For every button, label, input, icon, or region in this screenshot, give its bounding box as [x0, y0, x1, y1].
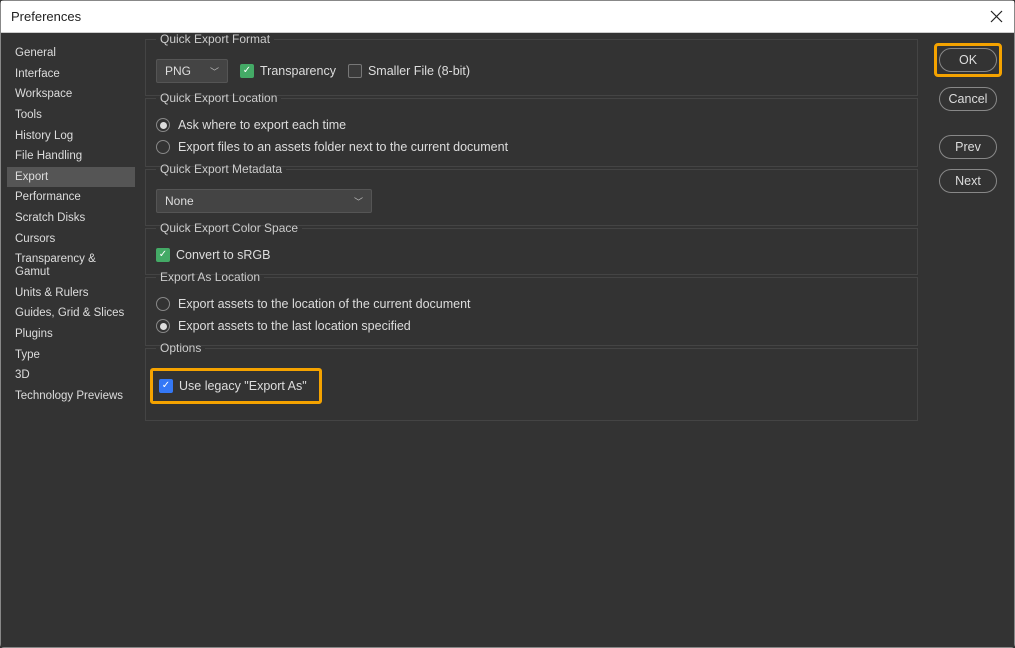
next-button[interactable]: Next [939, 169, 997, 193]
exportas-opt2: Export assets to the last location speci… [178, 319, 411, 333]
preferences-window: Preferences General Interface Workspace … [0, 0, 1015, 648]
sidebar-item-general[interactable]: General [7, 43, 135, 64]
highlight-legacy: ✓ Use legacy "Export As" [150, 368, 322, 404]
close-icon[interactable] [988, 9, 1004, 25]
sidebar-item-workspace[interactable]: Workspace [7, 84, 135, 105]
exportas-radio-last[interactable]: Export assets to the last location speci… [156, 319, 411, 333]
sidebar-item-technology-previews[interactable]: Technology Previews [7, 386, 135, 407]
sidebar-item-3d[interactable]: 3D [7, 365, 135, 386]
metadata-select-value: None [165, 194, 194, 208]
exportas-radio-current[interactable]: Export assets to the location of the cur… [156, 297, 471, 311]
prev-button[interactable]: Prev [939, 135, 997, 159]
legacy-export-checkbox[interactable]: ✓ Use legacy "Export As" [159, 379, 307, 393]
sidebar: General Interface Workspace Tools Histor… [7, 39, 135, 641]
sidebar-item-performance[interactable]: Performance [7, 187, 135, 208]
sidebar-item-tools[interactable]: Tools [7, 105, 135, 126]
sidebar-item-file-handling[interactable]: File Handling [7, 146, 135, 167]
fieldset-exportas: Export As Location Export assets to the … [145, 277, 918, 346]
exportas-opt1: Export assets to the location of the cur… [178, 297, 471, 311]
titlebar: Preferences [1, 1, 1014, 33]
main-panel: Quick Export Format PNG ﹀ ✓ Transparency… [139, 39, 924, 641]
chevron-down-icon: ﹀ [210, 65, 219, 78]
highlight-ok: OK [934, 43, 1002, 77]
transparency-checkbox[interactable]: ✓ Transparency [240, 64, 336, 78]
sidebar-item-type[interactable]: Type [7, 345, 135, 366]
radio-icon [156, 297, 170, 311]
ok-button[interactable]: OK [939, 48, 997, 72]
checkbox-icon: ✓ [159, 379, 173, 393]
smaller-file-checkbox[interactable]: Smaller File (8-bit) [348, 64, 470, 78]
checkbox-icon: ✓ [240, 64, 254, 78]
smaller-label: Smaller File (8-bit) [368, 64, 470, 78]
legend-colorspace: Quick Export Color Space [156, 221, 302, 235]
chevron-down-icon: ﹀ [354, 195, 363, 208]
button-column: OK Cancel Prev Next [928, 39, 1008, 641]
sidebar-item-cursors[interactable]: Cursors [7, 229, 135, 250]
legend-format: Quick Export Format [156, 32, 274, 46]
location-opt2: Export files to an assets folder next to… [178, 140, 508, 154]
radio-icon [156, 118, 170, 132]
location-radio-ask[interactable]: Ask where to export each time [156, 118, 346, 132]
legend-exportas: Export As Location [156, 270, 264, 284]
sidebar-item-transparency-gamut[interactable]: Transparency & Gamut [7, 249, 135, 282]
window-title: Preferences [11, 9, 81, 24]
sidebar-item-units-rulers[interactable]: Units & Rulers [7, 283, 135, 304]
format-select[interactable]: PNG ﹀ [156, 59, 228, 83]
sidebar-item-scratch-disks[interactable]: Scratch Disks [7, 208, 135, 229]
radio-icon [156, 140, 170, 154]
fieldset-format: Quick Export Format PNG ﹀ ✓ Transparency… [145, 39, 918, 96]
location-radio-assets[interactable]: Export files to an assets folder next to… [156, 140, 508, 154]
sidebar-item-history-log[interactable]: History Log [7, 126, 135, 147]
convert-label: Convert to sRGB [176, 248, 270, 262]
location-opt1: Ask where to export each time [178, 118, 346, 132]
legend-options: Options [156, 341, 205, 355]
radio-icon [156, 319, 170, 333]
metadata-select[interactable]: None ﹀ [156, 189, 372, 213]
fieldset-metadata: Quick Export Metadata None ﹀ [145, 169, 918, 226]
fieldset-location: Quick Export Location Ask where to expor… [145, 98, 918, 167]
format-select-value: PNG [165, 64, 191, 78]
convert-srgb-checkbox[interactable]: ✓ Convert to sRGB [156, 248, 270, 262]
legacy-label: Use legacy "Export As" [179, 379, 307, 393]
sidebar-item-plugins[interactable]: Plugins [7, 324, 135, 345]
sidebar-item-interface[interactable]: Interface [7, 64, 135, 85]
transparency-label: Transparency [260, 64, 336, 78]
cancel-button[interactable]: Cancel [939, 87, 997, 111]
checkbox-icon [348, 64, 362, 78]
fieldset-options: Options ✓ Use legacy "Export As" [145, 348, 918, 421]
legend-location: Quick Export Location [156, 91, 281, 105]
legend-metadata: Quick Export Metadata [156, 162, 286, 176]
fieldset-colorspace: Quick Export Color Space ✓ Convert to sR… [145, 228, 918, 275]
checkbox-icon: ✓ [156, 248, 170, 262]
sidebar-item-export[interactable]: Export [7, 167, 135, 188]
dialog-body: General Interface Workspace Tools Histor… [1, 33, 1014, 647]
sidebar-item-guides-grid-slices[interactable]: Guides, Grid & Slices [7, 303, 135, 324]
